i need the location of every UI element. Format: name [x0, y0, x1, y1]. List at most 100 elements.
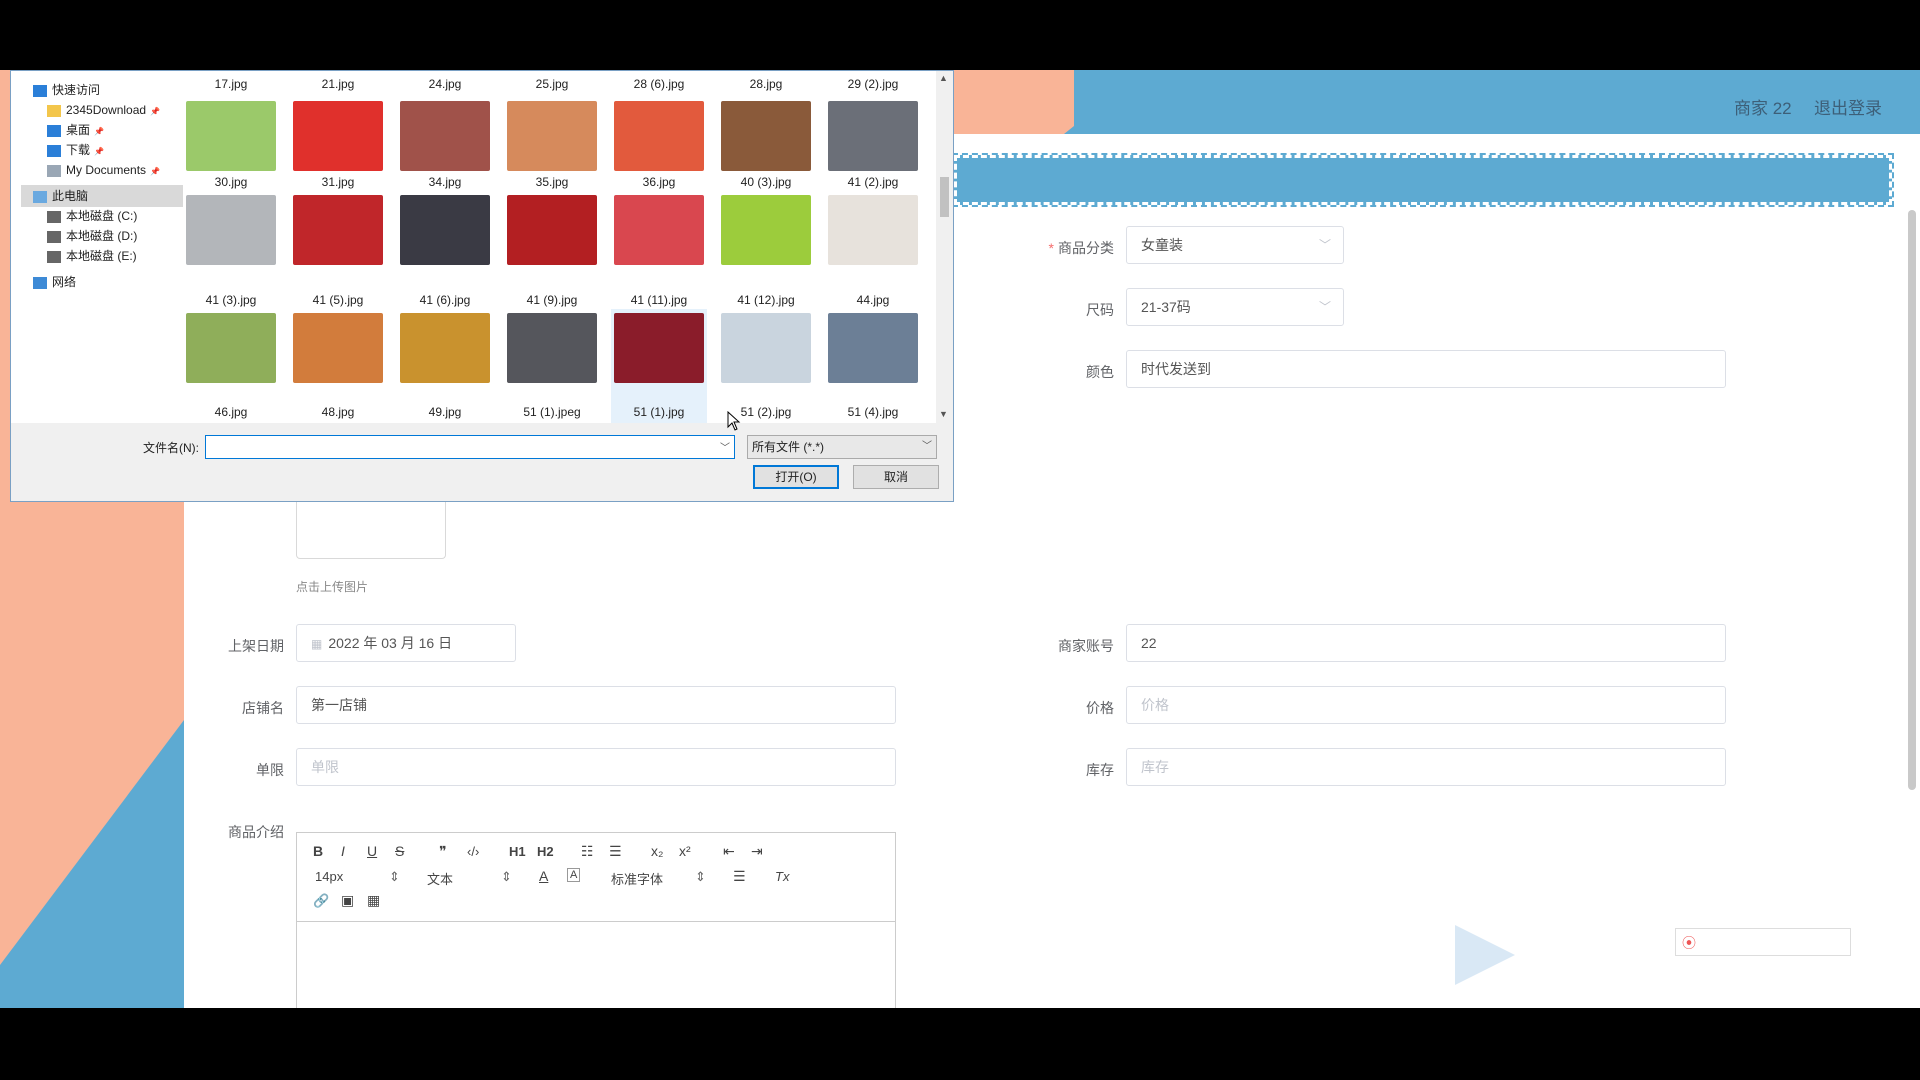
file-thumbnail[interactable]	[721, 195, 811, 265]
chevron-down-icon[interactable]: ﹀	[720, 439, 730, 454]
subscript-button[interactable]: x₂	[651, 843, 663, 859]
file-thumbnail[interactable]	[400, 313, 490, 383]
stock-input[interactable]: 库存	[1126, 748, 1726, 786]
price-input[interactable]: 价格	[1126, 686, 1726, 724]
file-name[interactable]: 17.jpg	[181, 77, 281, 91]
file-name[interactable]: 51 (1).jpeg	[502, 405, 602, 419]
file-name[interactable]: 41 (11).jpg	[609, 293, 709, 307]
file-thumbnail[interactable]	[186, 101, 276, 171]
image-upload-box[interactable]	[296, 502, 446, 559]
file-thumbnail[interactable]	[614, 101, 704, 171]
file-name[interactable]: 48.jpg	[288, 405, 388, 419]
file-name[interactable]: 25.jpg	[502, 77, 602, 91]
file-thumbnail[interactable]	[507, 195, 597, 265]
nav-item[interactable]: 此电脑	[21, 185, 183, 207]
file-name[interactable]: 34.jpg	[395, 175, 495, 189]
video-icon[interactable]: ▦	[367, 892, 380, 909]
file-name[interactable]: 36.jpg	[609, 175, 709, 189]
bold-button[interactable]: B	[313, 843, 323, 859]
dialog-scrollbar[interactable]: ▲ ▼	[936, 71, 953, 423]
code-button[interactable]: ‹/›	[467, 844, 479, 859]
file-name[interactable]: 51 (4).jpg	[823, 405, 923, 419]
outdent-button[interactable]: ⇤	[723, 843, 735, 860]
size-select[interactable]: 21-37码 ﹀	[1126, 288, 1344, 326]
nav-item-label: 桌面	[66, 123, 91, 137]
file-name[interactable]: 46.jpg	[181, 405, 281, 419]
indent-button[interactable]: ⇥	[751, 843, 763, 860]
filename-input[interactable]: ﹀	[205, 435, 735, 459]
clear-format-button[interactable]: Tx	[775, 869, 789, 884]
nav-item[interactable]: 网络	[11, 271, 198, 293]
shop-input[interactable]: 第一店铺	[296, 686, 896, 724]
file-thumbnail[interactable]	[721, 313, 811, 383]
rich-text-editor[interactable]: B I U S ❞ ‹/› H1 H2 ☷ ☰ x₂ x² ⇤ ⇥ 14px ⇕…	[296, 832, 896, 1008]
open-button[interactable]: 打开(O)	[753, 465, 839, 489]
italic-button[interactable]: I	[341, 843, 345, 859]
file-name[interactable]: 49.jpg	[395, 405, 495, 419]
file-name[interactable]: 41 (5).jpg	[288, 293, 388, 307]
image-icon[interactable]: ▣	[341, 892, 354, 909]
font-size-select[interactable]: 14px	[315, 869, 343, 884]
file-name[interactable]: 41 (12).jpg	[716, 293, 816, 307]
block-type-select[interactable]: 文本	[427, 869, 453, 888]
category-select[interactable]: 女童装 ﹀	[1126, 226, 1344, 264]
file-type-filter[interactable]: 所有文件 (*.*) ﹀	[747, 435, 937, 459]
file-name[interactable]: 21.jpg	[288, 77, 388, 91]
quote-button[interactable]: ❞	[439, 843, 447, 860]
file-thumbnail[interactable]	[507, 313, 597, 383]
color-input[interactable]: 时代发送到	[1126, 350, 1726, 388]
file-name[interactable]: 51 (1).jpg	[609, 405, 709, 419]
cancel-button[interactable]: 取消	[853, 465, 939, 489]
scroll-down-icon[interactable]: ▼	[939, 409, 948, 419]
scroll-up-icon[interactable]: ▲	[939, 73, 948, 83]
file-thumbnail[interactable]	[828, 101, 918, 171]
file-thumbnail[interactable]	[614, 313, 704, 383]
file-thumbnail[interactable]	[293, 313, 383, 383]
link-icon[interactable]: 🔗	[313, 893, 329, 909]
h2-button[interactable]: H2	[537, 844, 554, 859]
merchant-account-input[interactable]: 22	[1126, 624, 1726, 662]
file-name[interactable]: 41 (9).jpg	[502, 293, 602, 307]
file-thumbnail[interactable]	[828, 313, 918, 383]
strike-button[interactable]: S	[395, 843, 404, 859]
merchant-name[interactable]: 商家 22	[1734, 94, 1792, 119]
date-picker[interactable]: ▦ 2022 年 03 月 16 日	[296, 624, 516, 662]
file-name[interactable]: 40 (3).jpg	[716, 175, 816, 189]
file-name[interactable]: 31.jpg	[288, 175, 388, 189]
font-family-select[interactable]: 标准字体	[611, 869, 663, 888]
file-thumbnail[interactable]	[828, 195, 918, 265]
file-name[interactable]: 24.jpg	[395, 77, 495, 91]
file-thumbnail[interactable]	[186, 313, 276, 383]
file-name[interactable]: 30.jpg	[181, 175, 281, 189]
font-color-button[interactable]: A	[539, 868, 548, 884]
file-thumbnail[interactable]	[186, 195, 276, 265]
underline-button[interactable]: U	[367, 843, 377, 859]
file-thumbnail[interactable]	[614, 195, 704, 265]
ordered-list-button[interactable]: ☷	[581, 843, 594, 860]
page-scrollbar[interactable]	[1908, 210, 1916, 790]
file-name[interactable]: 35.jpg	[502, 175, 602, 189]
csdn-toolbar-widget[interactable]: ⦿	[1675, 928, 1851, 956]
file-thumbnail[interactable]	[400, 101, 490, 171]
nav-item[interactable]: 快速访问	[11, 79, 198, 101]
align-button[interactable]: ☰	[733, 868, 746, 885]
file-thumbnail[interactable]	[293, 195, 383, 265]
h1-button[interactable]: H1	[509, 844, 526, 859]
file-name[interactable]: 41 (6).jpg	[395, 293, 495, 307]
file-thumbnail[interactable]	[293, 101, 383, 171]
file-name[interactable]: 28 (6).jpg	[609, 77, 709, 91]
superscript-button[interactable]: x²	[679, 843, 691, 859]
scroll-thumb[interactable]	[940, 177, 949, 217]
logout-link[interactable]: 退出登录	[1814, 94, 1882, 119]
bullet-list-button[interactable]: ☰	[609, 843, 622, 860]
file-name[interactable]: 44.jpg	[823, 293, 923, 307]
limit-input[interactable]: 单限	[296, 748, 896, 786]
file-name[interactable]: 29 (2).jpg	[823, 77, 923, 91]
file-thumbnail[interactable]	[400, 195, 490, 265]
font-background-button[interactable]: A	[567, 868, 581, 882]
file-name[interactable]: 28.jpg	[716, 77, 816, 91]
file-thumbnail[interactable]	[507, 101, 597, 171]
file-name[interactable]: 41 (2).jpg	[823, 175, 923, 189]
file-thumbnail[interactable]	[721, 101, 811, 171]
file-name[interactable]: 41 (3).jpg	[181, 293, 281, 307]
